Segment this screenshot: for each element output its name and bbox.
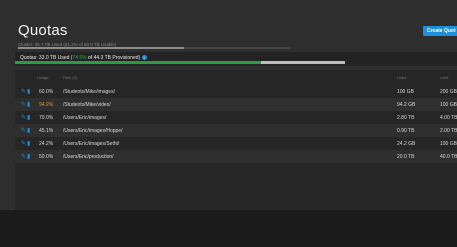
row-limit: 4.00 TB [440,115,457,121]
table-row[interactable]: ✎ ▮ 24.2% /Users/Eric/images/Sethi/24.2 GB 1… [15,137,457,150]
pencil-icon[interactable]: ✎ [21,88,26,95]
pencil-icon[interactable]: ✎ [21,153,26,160]
table-row[interactable]: ✎ ▮ 60.0% /Students/Mike/images/100 GB 200 G… [15,85,457,98]
page-title: Quotas [18,22,68,39]
row-limit: 40.0 TB [440,154,457,160]
row-used: 2.80 TB [397,115,415,121]
row-usage: 24.2% [39,141,54,147]
row-usage: 70.0% [39,115,54,121]
quotas-page: Quotas Create Quot Cluster: 36.7 TB Used… [0,0,457,247]
row-used: 94.2 GB [397,102,416,108]
row-limit: 100 GB [440,102,457,108]
pencil-icon[interactable]: ✎ [21,140,26,147]
column-header-usage[interactable]: Usage [37,75,49,80]
row-usage: 94.2% [39,102,54,108]
trash-icon[interactable]: ▮ [27,153,30,160]
trash-icon[interactable]: ▮ [27,140,30,147]
row-used: 20.0 TB [397,154,415,160]
table-row[interactable]: ✎ ▮ 94.2% /Students/Mike/video/94.2 GB 100 G… [15,98,457,111]
column-header-path[interactable]: Path (8) [63,75,77,80]
column-header-limit[interactable]: Limit [440,75,448,80]
quota-usage-bar-fill [15,61,261,64]
footer-area [0,210,457,247]
row-usage: 45.1% [39,128,54,134]
trash-icon[interactable]: ▮ [27,114,30,121]
table-row[interactable]: ✎ ▮ 45.1% /Users/Eric/images/Hoppe/0.90 TB 2… [15,124,457,137]
info-icon[interactable]: i [141,55,147,61]
row-limit: 200 GB [440,89,457,95]
row-usage: 60.0% [39,89,54,95]
row-path: /Users/Eric/images/Hoppe/ [63,128,123,134]
trash-icon[interactable]: ▮ [27,88,30,95]
create-quota-button[interactable]: Create Quot [423,26,457,36]
row-path: /Users/Eric/images/ [63,115,107,121]
trash-icon[interactable]: ▮ [27,101,30,108]
row-used: 0.90 TB [397,128,415,134]
row-path: /Students/Mike/video/ [63,102,111,108]
quotas-table: Usage Path (8) Used Limit ✎ ▮ 60.0%/Studen… [15,70,457,210]
trash-icon[interactable]: ▮ [27,127,30,134]
row-path: /Students/Mike/images/ [63,89,115,95]
row-usage: 50.0% [39,154,54,160]
pencil-icon[interactable]: ✎ [21,114,26,121]
cluster-usage-bar-fill [18,47,185,49]
row-path: /Users/Eric/images/Sethi/ [63,141,120,147]
row-limit: 2.00 TB [440,128,457,134]
pencil-icon[interactable]: ✎ [21,127,26,134]
column-header-used[interactable]: Used [397,75,406,80]
table-header: Usage Path (8) Used Limit [15,73,457,83]
row-limit: 100 GB [440,141,457,147]
quota-usage-bar [15,61,345,64]
table-row[interactable]: ✎ ▮ 70.0% /Users/Eric/images/2.80 TB 4.00 TB [15,111,457,124]
table-row[interactable]: ✎ ▮ 50.0% /Users/Eric/production/20.0 TB 40.… [15,150,457,163]
row-path: /Users/Eric/production/ [63,154,114,160]
cluster-usage-bar [18,47,290,49]
row-used: 100 GB [397,89,414,95]
pencil-icon[interactable]: ✎ [21,101,26,108]
row-used: 24.2 GB [397,141,416,147]
